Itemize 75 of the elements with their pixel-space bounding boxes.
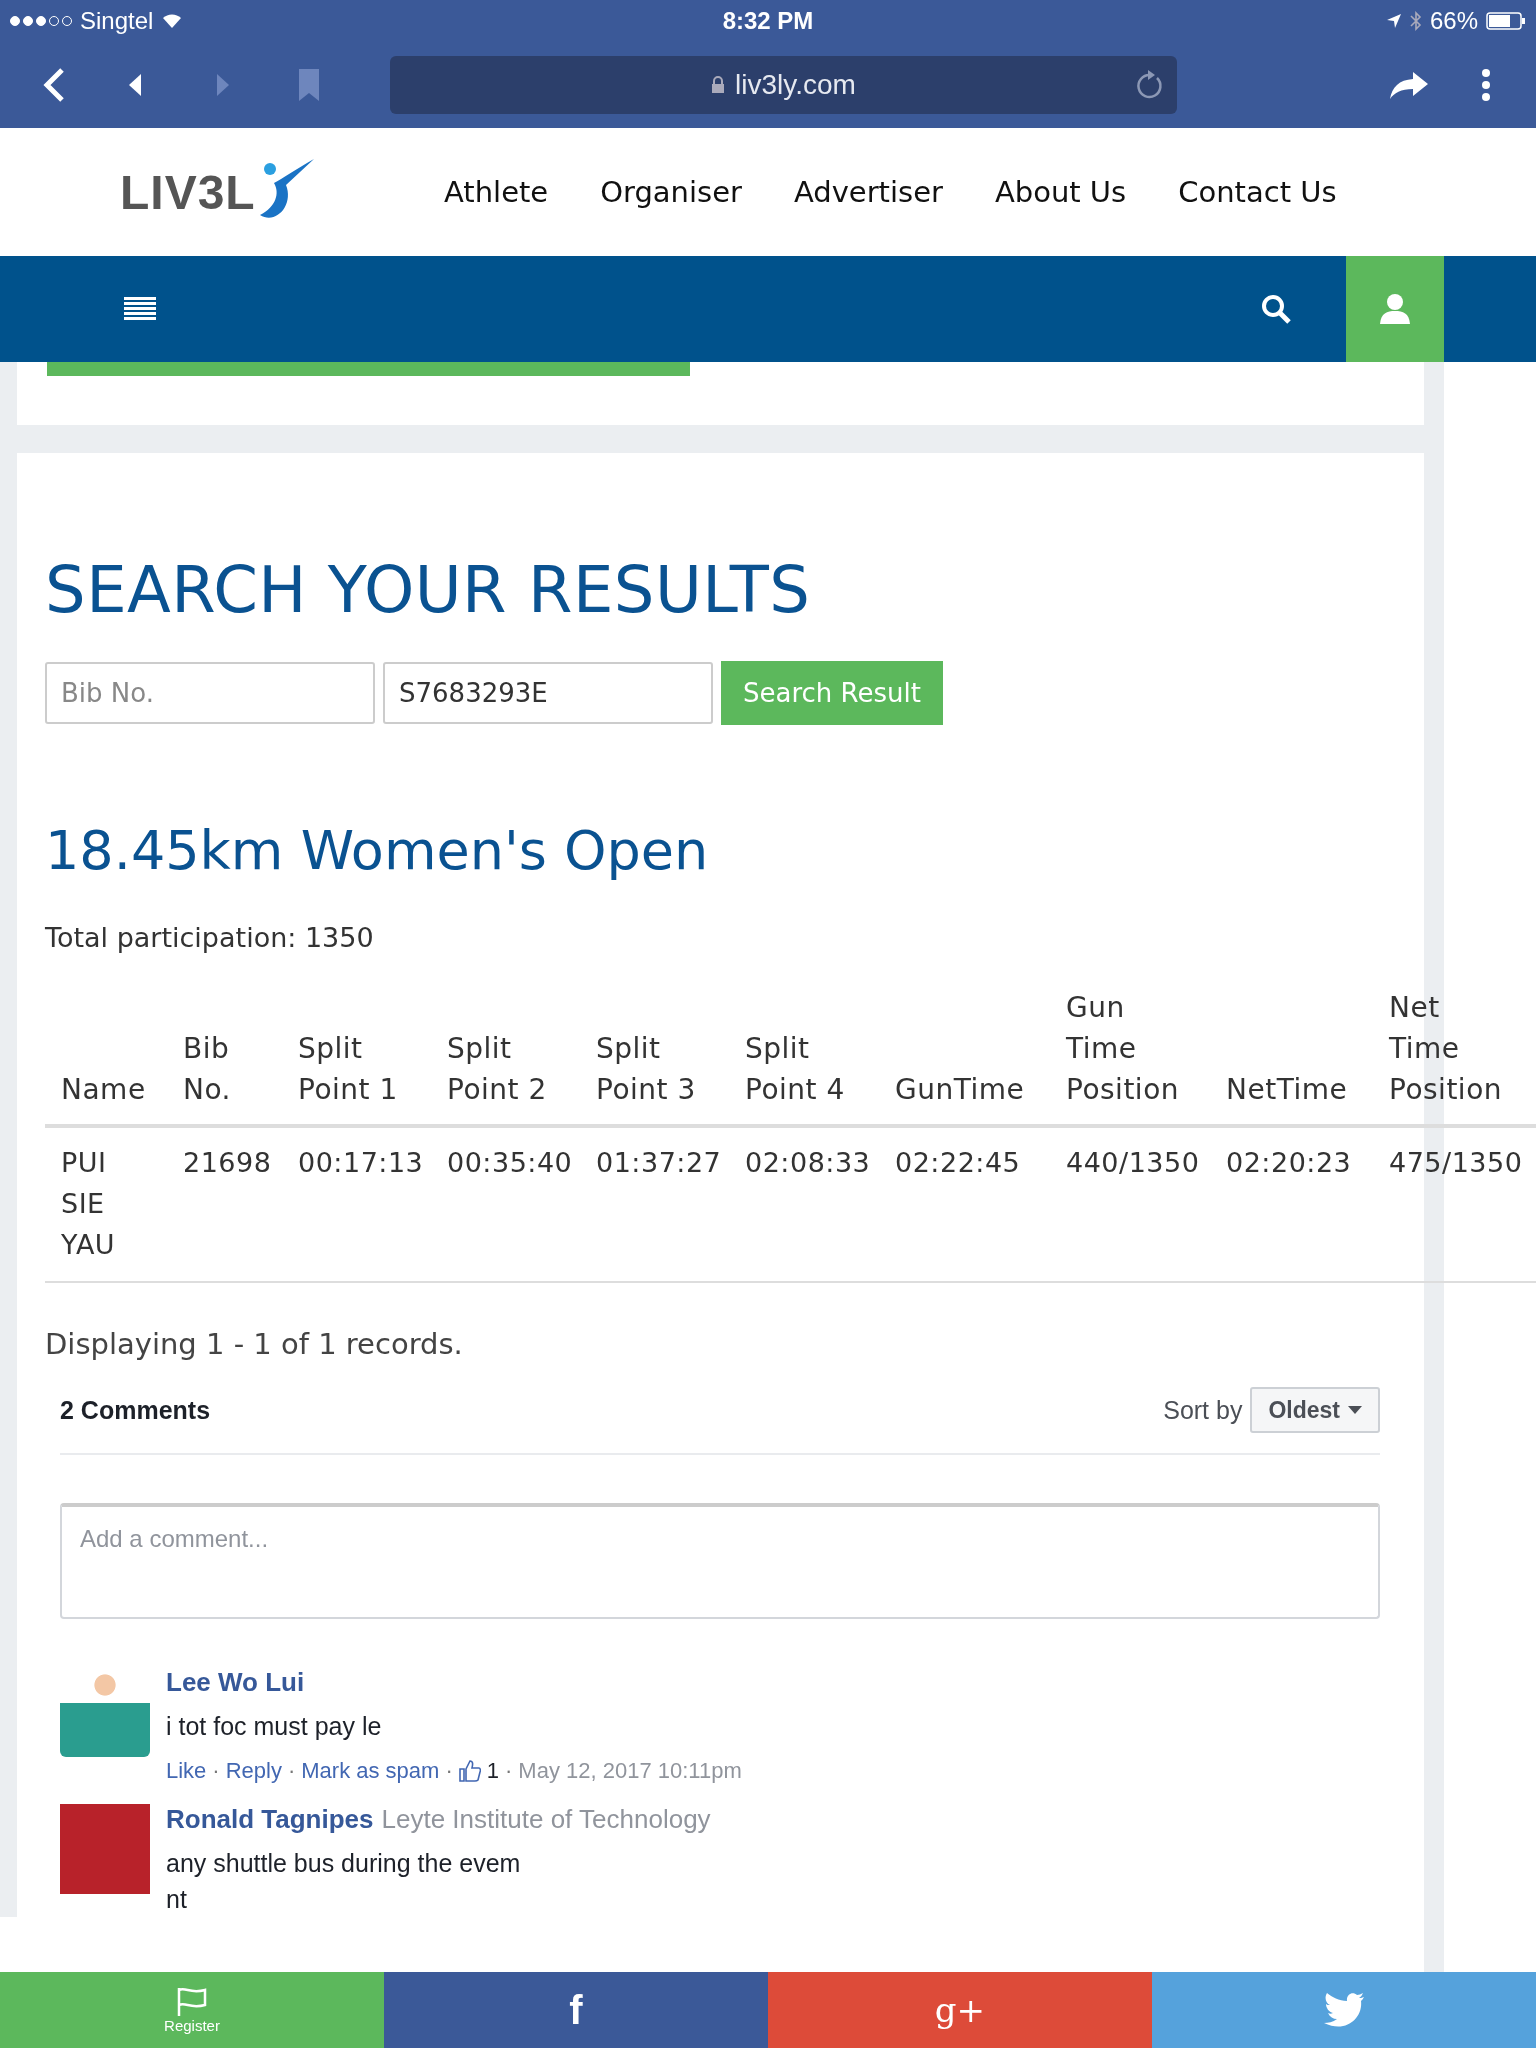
flag-icon — [176, 1986, 208, 2017]
column-header: Gun Time Position — [1066, 990, 1181, 1108]
facebook-share-button[interactable]: f — [384, 1972, 768, 2048]
column-header: Split Point 3 — [596, 1031, 697, 1108]
search-icon[interactable] — [1260, 293, 1292, 325]
wifi-icon — [161, 13, 184, 29]
location-arrow-icon — [1385, 13, 1402, 29]
clock: 8:32 PM — [722, 7, 814, 35]
carrier-name: Singtel — [80, 7, 154, 35]
table-cell: 02:08:33 — [745, 1147, 871, 1178]
comment-action-link[interactable]: Reply — [225, 1758, 282, 1784]
reload-icon[interactable] — [1135, 69, 1165, 101]
author-link[interactable]: Lee Wo Lui — [166, 1667, 305, 1698]
back-icon[interactable] — [42, 67, 66, 103]
column-header: Split Point 2 — [447, 1031, 548, 1108]
battery-percent: 66% — [1429, 7, 1478, 35]
column-header: GunTime — [895, 1072, 1026, 1108]
column-header: Bib No. — [183, 1031, 232, 1108]
comment-text: i tot foc must pay le — [166, 1711, 383, 1742]
user-icon — [1379, 293, 1411, 325]
search-field[interactable]: Bib No. — [45, 662, 375, 724]
separator-dot: · — [445, 1758, 453, 1784]
nav-link[interactable]: Organiser — [600, 175, 742, 209]
table-cell: 475/1350 — [1389, 1147, 1523, 1178]
section-title: SEARCH YOUR RESULTS — [45, 553, 812, 627]
comment-field[interactable]: Add a comment... — [60, 1503, 1380, 1619]
more-menu-icon[interactable] — [1481, 69, 1491, 101]
participation-count: Total participation: 1350 — [45, 922, 375, 953]
bird-icon — [1323, 1993, 1365, 2027]
comment-action-link[interactable]: Mark as spam — [301, 1758, 440, 1784]
comment-date: May 12, 2017 10:11pm — [518, 1758, 742, 1784]
nav-link[interactable]: Advertiser — [793, 175, 943, 209]
separator-dot: · — [212, 1758, 220, 1784]
column-header: Split Point 4 — [745, 1031, 846, 1108]
table-cell: 440/1350 — [1066, 1147, 1200, 1178]
thumbs-up-icon — [458, 1760, 481, 1782]
author-link[interactable]: Ronald Tagnipes — [166, 1804, 374, 1835]
separator-dot: · — [287, 1758, 296, 1784]
sort-label: Sort by — [1163, 1395, 1243, 1425]
menu-icon[interactable] — [124, 297, 156, 321]
nav-link[interactable]: About Us — [994, 175, 1127, 209]
column-header: Name — [61, 1072, 147, 1108]
google-share-button[interactable]: g+ — [768, 1972, 1152, 2048]
battery-icon — [1486, 12, 1526, 30]
comment-action-link[interactable]: Like — [166, 1758, 207, 1784]
column-header: NetTime — [1226, 1072, 1349, 1108]
column-header: Net Time Position — [1389, 990, 1504, 1108]
nav-link[interactable]: Contact Us — [1178, 175, 1337, 209]
lock-icon — [711, 76, 726, 94]
like-count: 1 — [486, 1758, 499, 1784]
share-icon[interactable] — [1389, 70, 1429, 100]
bluetooth-icon — [1409, 11, 1422, 31]
table-cell: PUI SIE YAU — [61, 1147, 116, 1260]
search-field[interactable]: S7683293E — [383, 662, 713, 724]
author-affiliation: Leyte Institute of Technology — [381, 1804, 711, 1835]
comment-text: any shuttle bus during the evem nt — [166, 1848, 522, 1915]
caret-icon — [1348, 1406, 1362, 1414]
event-title: 18.45km Women's Open — [45, 819, 710, 882]
table-cell: 00:35:40 — [447, 1147, 573, 1178]
table-cell: 00:17:13 — [298, 1147, 424, 1178]
table-cell: 02:22:45 — [895, 1147, 1021, 1178]
sort-dropdown[interactable]: Oldest — [1250, 1387, 1380, 1433]
previous-icon[interactable] — [128, 73, 142, 97]
url-text: liv3ly.com — [735, 69, 856, 101]
table-cell: 01:37:27 — [596, 1147, 722, 1178]
twitter-share-button[interactable] — [1152, 1972, 1536, 2048]
column-header: Split Point 1 — [298, 1031, 399, 1108]
separator-dot: · — [505, 1758, 513, 1784]
table-cell: 21698 — [183, 1147, 272, 1178]
nav-link[interactable]: Athlete — [444, 175, 549, 209]
comment-count: 2 Comments — [60, 1395, 211, 1425]
site-logo[interactable]: LIV3L — [120, 155, 320, 229]
address-bar[interactable]: liv3ly.com — [390, 56, 1177, 114]
table-cell: 02:20:23 — [1226, 1147, 1352, 1178]
records-summary: Displaying 1 - 1 of 1 records. — [45, 1327, 464, 1361]
